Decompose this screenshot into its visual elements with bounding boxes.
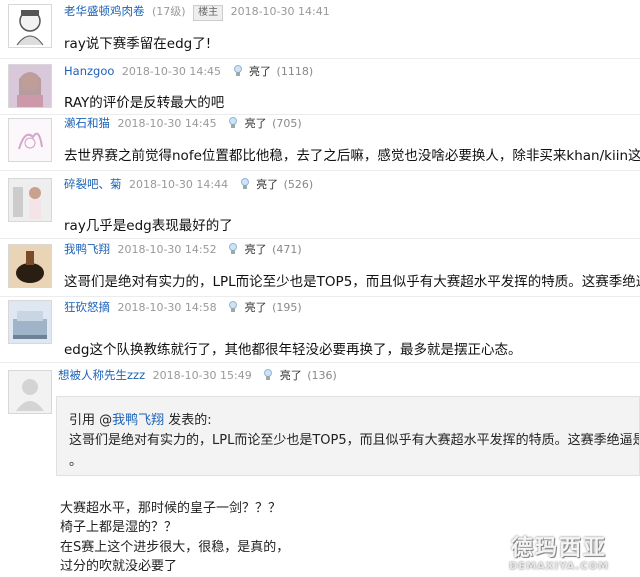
post-text: ray说下赛季留在edg了! — [64, 36, 212, 52]
like-label[interactable]: 亮了 — [245, 243, 267, 256]
like-count: (471) — [272, 243, 302, 256]
post-header: Hanzgoo 2018-10-30 14:45 亮了 (1118) — [64, 60, 640, 82]
like-label[interactable]: 亮了 — [256, 178, 278, 191]
quote-username[interactable]: 我鸭飞翔 — [112, 413, 164, 428]
watermark-title: 德玛西亚 — [510, 536, 607, 561]
avatar[interactable] — [8, 300, 52, 344]
like-label[interactable]: 亮了 — [245, 301, 267, 314]
quote-text-end: 。 — [69, 454, 83, 469]
quote-block: 引用 @我鸭飞翔 发表的: 这哥们是绝对有实力的，LPL而论至少也是TOP5，而… — [56, 396, 640, 476]
timestamp: 2018-10-30 15:49 — [152, 369, 252, 382]
divider — [0, 58, 640, 59]
bulb-icon[interactable] — [263, 369, 273, 380]
username[interactable]: 碎裂吧、菊 — [64, 177, 122, 191]
timestamp: 2018-10-30 14:58 — [117, 301, 217, 314]
like-label[interactable]: 亮了 — [245, 117, 267, 130]
watermark-url: DEMAXIYA.COM — [508, 561, 610, 572]
reply-line: 过分的吹就没必要了 — [60, 559, 178, 574]
like-count: (195) — [272, 301, 302, 314]
post-text: edg这个队换教练就行了，其他都很年轻没必要再换了，最多就是摆正心态。 — [64, 342, 522, 358]
like-label[interactable]: 亮了 — [249, 65, 271, 78]
like-count: (1118) — [276, 65, 314, 78]
post-header: 老华盛顿鸡肉卷 (17级) 楼主 2018-10-30 14:41 — [64, 0, 640, 22]
bulb-icon[interactable] — [233, 65, 243, 76]
post-text: ray几乎是edg表现最好的了 — [64, 218, 233, 234]
username[interactable]: 老华盛顿鸡肉卷 — [64, 4, 145, 18]
op-badge: 楼主 — [193, 5, 224, 21]
timestamp: 2018-10-30 14:44 — [129, 178, 229, 191]
username[interactable]: 狂砍怒摘 — [64, 300, 110, 314]
username[interactable]: 想被人称先生zzz — [58, 368, 145, 382]
post-text: RAY的评价是反转最大的吧 — [64, 95, 225, 111]
avatar[interactable] — [8, 370, 52, 414]
avatar[interactable] — [8, 118, 52, 162]
quote-suffix: 发表的: — [164, 413, 212, 428]
post-text: 去世界赛之前觉得nofe位置都比他稳，去了之后嘛，感觉也没啥必要换人，除非买来k… — [64, 148, 640, 164]
post-header: 想被人称先生zzz 2018-10-30 15:49 亮了 (136) — [58, 364, 640, 386]
quote-header: 引用 @我鸭飞翔 发表的: — [69, 409, 212, 428]
user-level: (17级) — [152, 5, 186, 18]
bulb-icon[interactable] — [228, 243, 238, 254]
bulb-icon[interactable] — [228, 301, 238, 312]
post-header: 狂砍怒摘 2018-10-30 14:58 亮了 (195) — [64, 296, 640, 318]
watermark: 德玛西亚 DEMAXIYA.COM — [484, 537, 634, 573]
avatar[interactable] — [8, 178, 52, 222]
like-label[interactable]: 亮了 — [280, 369, 302, 382]
username[interactable]: Hanzgoo — [64, 64, 114, 78]
quote-prefix: 引用 @ — [69, 413, 113, 428]
like-count: (705) — [272, 117, 302, 130]
timestamp: 2018-10-30 14:41 — [230, 5, 330, 18]
timestamp: 2018-10-30 14:45 — [117, 117, 217, 130]
avatar[interactable] — [8, 4, 52, 48]
bulb-icon[interactable] — [240, 178, 250, 189]
quote-text: 这哥们是绝对有实力的，LPL而论至少也是TOP5，而且似乎有大赛超水平发挥的特质… — [69, 433, 639, 448]
divider — [0, 362, 640, 363]
post-header: 碎裂吧、菊 2018-10-30 14:44 亮了 (526) — [64, 173, 640, 195]
avatar[interactable] — [8, 244, 52, 288]
divider — [0, 170, 640, 171]
reply-line: 大赛超水平，那时候的皇子一剑？？？ — [60, 501, 282, 516]
post-header: 濑石和猫 2018-10-30 14:45 亮了 (705) — [64, 112, 640, 134]
post-text: 这哥们是绝对有实力的，LPL而论至少也是TOP5，而且似乎有大赛超水平发挥的特质… — [64, 274, 640, 290]
like-count: (526) — [283, 178, 314, 191]
username[interactable]: 我鸭飞翔 — [64, 242, 110, 256]
reply-line: 椅子上都是湿的？？ — [60, 520, 178, 535]
avatar[interactable] — [8, 64, 52, 108]
bulb-icon[interactable] — [228, 117, 238, 128]
reply-line: 在S赛上这个进步很大，很稳，是真的， — [60, 540, 290, 555]
post-header: 我鸭飞翔 2018-10-30 14:52 亮了 (471) — [64, 238, 640, 260]
like-count: (136) — [307, 369, 337, 382]
username[interactable]: 濑石和猫 — [64, 116, 110, 130]
timestamp: 2018-10-30 14:45 — [121, 65, 222, 78]
timestamp: 2018-10-30 14:52 — [117, 243, 217, 256]
